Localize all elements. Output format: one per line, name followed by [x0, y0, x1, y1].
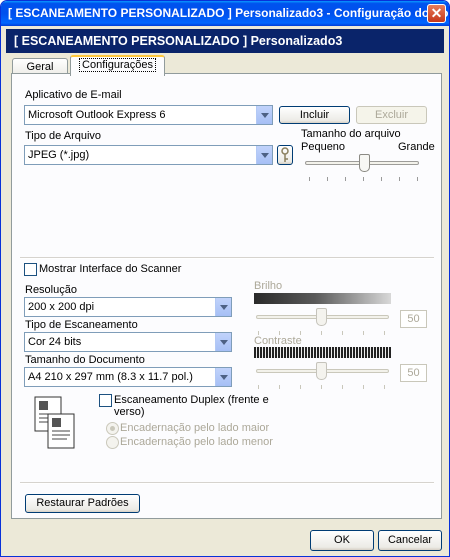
tick [342, 385, 343, 389]
divider [20, 482, 434, 484]
binding-long-edge-radio[interactable] [106, 422, 119, 435]
tab-configuracoes-label: Configurações [79, 58, 156, 72]
tab-configuracoes[interactable]: Configurações [70, 55, 165, 76]
exclude-button-label: Excluir [374, 109, 408, 121]
tick [399, 177, 400, 181]
brightness-value-box[interactable]: 50 [400, 310, 427, 328]
binding-long-edge-label: Encadernação pelo lado maior [120, 422, 270, 434]
tick [300, 385, 301, 389]
window-title: [ ESCANEAMENTO PERSONALIZADO ] Personali… [8, 6, 449, 20]
title-bar[interactable]: [ ESCANEAMENTO PERSONALIZADO ] Personali… [1, 1, 449, 26]
tick [345, 177, 346, 181]
tab-geral-label: Geral [26, 61, 54, 73]
divider [20, 257, 434, 259]
tick [327, 177, 328, 181]
restore-defaults-button[interactable]: Restaurar Padrões [25, 494, 140, 513]
duplex-document-icon [34, 396, 75, 449]
include-button-label: Incluir [299, 109, 330, 121]
tick [321, 331, 322, 335]
file-type-select[interactable]: JPEG (*.jpg) [24, 145, 273, 165]
brightness-value: 50 [407, 313, 420, 325]
profile-header-text: [ ESCANEAMENTO PERSONALIZADO ] Personali… [14, 34, 343, 48]
tick [363, 331, 364, 335]
file-settings-button[interactable] [277, 145, 293, 165]
binding-short-edge-radio[interactable] [106, 436, 119, 449]
chevron-down-icon [256, 106, 272, 124]
tick [363, 177, 364, 181]
tick [381, 177, 382, 181]
tick [417, 177, 418, 181]
chevron-down-icon [215, 298, 231, 316]
cancel-button-label: Cancelar [387, 534, 433, 546]
contrast-label: Contraste [254, 335, 302, 347]
close-button[interactable]: ✕ [427, 4, 446, 23]
file-size-max-label: Grande [398, 141, 435, 153]
resolution-value: 200 x 200 dpi [28, 301, 95, 313]
key-icon [281, 147, 289, 162]
contrast-value-box[interactable]: 50 [400, 364, 427, 382]
scan-type-select[interactable]: Cor 24 bits [24, 332, 232, 352]
tick [384, 385, 385, 389]
file-type-label: Tipo de Arquivo [25, 130, 102, 142]
restore-defaults-label: Restaurar Padrões [36, 497, 129, 509]
email-app-select[interactable]: Microsoft Outlook Express 6 [24, 105, 273, 125]
file-type-value: JPEG (*.jpg) [28, 149, 90, 161]
scan-type-value: Cor 24 bits [28, 336, 82, 348]
brightness-gradient [254, 293, 391, 304]
email-app-value: Microsoft Outlook Express 6 [28, 109, 166, 121]
contrast-slider-thumb[interactable] [316, 362, 327, 380]
file-size-label: Tamanho do arquivo [301, 128, 401, 140]
contrast-value: 50 [407, 367, 420, 379]
ok-button[interactable]: OK [310, 530, 374, 551]
file-size-ticks [309, 177, 419, 181]
duplex-label-line1: Escaneamento Duplex (frente e [114, 394, 269, 406]
file-size-slider-thumb[interactable] [359, 154, 370, 172]
brightness-slider-thumb[interactable] [316, 308, 327, 326]
ok-button-label: OK [334, 534, 350, 546]
contrast-ticks [258, 385, 388, 389]
duplex-checkbox[interactable] [99, 394, 112, 407]
cancel-button[interactable]: Cancelar [378, 530, 442, 551]
exclude-button[interactable]: Excluir [356, 106, 427, 124]
duplex-label-line2: verso) [114, 406, 145, 418]
document-size-value: A4 210 x 297 mm (8.3 x 11.7 pol.) [28, 371, 193, 383]
resolution-select[interactable]: 200 x 200 dpi [24, 297, 232, 317]
email-app-label: Aplicativo de E-mail [25, 89, 122, 101]
tick [321, 385, 322, 389]
binding-short-edge-label: Encadernação pelo lado menor [120, 436, 273, 448]
dialog-window: [ ESCANEAMENTO PERSONALIZADO ] Personali… [0, 0, 450, 557]
scan-type-label: Tipo de Escaneamento [25, 319, 138, 331]
include-button[interactable]: Incluir [279, 106, 350, 124]
tick [384, 331, 385, 335]
file-size-min-label: Pequeno [301, 141, 346, 153]
tick [258, 385, 259, 389]
profile-header: [ ESCANEAMENTO PERSONALIZADO ] Personali… [6, 29, 444, 53]
tick [279, 385, 280, 389]
document-size-label: Tamanho do Documento [25, 354, 145, 366]
settings-panel: Aplicativo de E-mail Microsoft Outlook E… [11, 73, 442, 519]
chevron-down-icon [215, 333, 231, 351]
resolution-label: Resolução [25, 284, 77, 296]
document-size-select[interactable]: A4 210 x 297 mm (8.3 x 11.7 pol.) [24, 367, 232, 387]
close-icon: ✕ [430, 5, 443, 21]
show-scanner-interface-label: Mostrar Interface do Scanner [39, 263, 182, 275]
show-scanner-interface-checkbox[interactable] [24, 263, 37, 276]
contrast-gradient [254, 347, 391, 358]
tick [309, 177, 310, 181]
tick [342, 331, 343, 335]
chevron-down-icon [256, 146, 272, 164]
brightness-label: Brilho [254, 280, 283, 292]
chevron-down-icon [215, 368, 231, 386]
tick [363, 385, 364, 389]
